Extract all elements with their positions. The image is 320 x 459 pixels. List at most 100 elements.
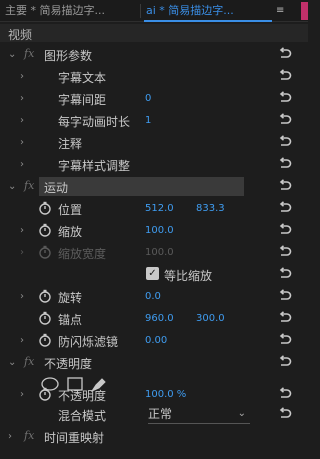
reset-icon[interactable] [277, 310, 293, 326]
tab-title: 简易描边字... [168, 4, 234, 17]
reset-icon[interactable] [277, 68, 293, 84]
param-value[interactable]: 1 [145, 115, 151, 126]
chevron-right-icon[interactable]: › [20, 114, 30, 128]
chevron-right-icon[interactable]: › [20, 136, 30, 150]
stopwatch-icon[interactable] [38, 387, 52, 401]
effect-graphic-params[interactable]: ⌄ fx 图形参数 [0, 44, 308, 66]
tab-effect-controls[interactable]: ai * 简易描边字... [146, 0, 270, 22]
param-anchor-point[interactable]: 锚点 960.0 300.0 [0, 308, 308, 330]
chevron-right-icon[interactable]: › [20, 290, 30, 304]
param-value[interactable]: 0.00 [145, 335, 167, 346]
section-title: 视频 [8, 28, 33, 42]
effect-name: 时间重映射 [44, 431, 105, 445]
panel-tab-bar: 主要 * 简易描边字... ai * 简易描边字... ≡ [0, 0, 308, 22]
stopwatch-icon[interactable] [38, 223, 52, 237]
panel-menu-icon[interactable]: ≡ [276, 0, 284, 22]
reset-icon [277, 244, 293, 260]
param-uniform-scale[interactable]: ✓ 等比缩放 [0, 264, 308, 286]
tab-divider [140, 4, 141, 18]
reset-icon[interactable] [277, 222, 293, 238]
tab-prefix: ai * [146, 4, 165, 17]
anchor-y-value[interactable]: 300.0 [196, 313, 225, 324]
param-opacity[interactable]: › 不透明度 100.0 % [0, 384, 308, 406]
reset-icon[interactable] [277, 178, 293, 194]
chevron-right-icon[interactable]: › [20, 224, 30, 238]
reset-icon[interactable] [277, 266, 293, 282]
param-label: 不透明度 [58, 389, 107, 403]
chevron-down-icon: ⌄ [237, 408, 246, 419]
effect-motion[interactable]: ⌄ fx 运动 [0, 176, 308, 198]
uniform-scale-checkbox[interactable]: ✓ [146, 267, 159, 280]
reset-icon[interactable] [277, 332, 293, 348]
reset-icon[interactable] [277, 156, 293, 172]
reset-icon[interactable] [277, 386, 293, 402]
param-label: 混合模式 [58, 409, 107, 423]
reset-icon[interactable] [277, 46, 293, 62]
param-value[interactable]: 0.0 [145, 291, 161, 302]
reset-icon[interactable] [277, 134, 293, 150]
param-label: 位置 [58, 203, 83, 217]
param-label: 字幕文本 [58, 71, 107, 85]
reset-icon[interactable] [277, 406, 293, 422]
effect-name: 图形参数 [44, 49, 93, 63]
chevron-right-icon: › [20, 247, 24, 258]
blend-mode-dropdown[interactable]: 正常 ⌄ [148, 406, 250, 424]
reset-icon[interactable] [277, 112, 293, 128]
param-scale[interactable]: › 缩放 100.0 [0, 220, 308, 242]
anchor-x-value[interactable]: 960.0 [145, 313, 174, 324]
stopwatch-icon[interactable] [38, 289, 52, 303]
param-label: 防闪烁滤镜 [58, 335, 119, 349]
stopwatch-icon[interactable] [38, 311, 52, 325]
video-section-header: 视频 [0, 24, 308, 42]
param-position[interactable]: 位置 512.0 833.3 [0, 198, 308, 220]
chevron-right-icon[interactable]: › [20, 70, 30, 84]
param-frame-time[interactable]: › 每字动画时长 1 [0, 110, 308, 132]
chevron-right-icon[interactable]: › [20, 388, 30, 402]
chevron-right-icon[interactable]: › [20, 158, 30, 172]
selected-effect-highlight [39, 177, 244, 196]
chevron-right-icon[interactable]: › [20, 92, 30, 106]
effect-opacity[interactable]: ⌄ fx 不透明度 [0, 352, 308, 374]
param-label: 注释 [58, 137, 83, 151]
reset-icon[interactable] [277, 288, 293, 304]
param-scale-width: › 缩放宽度 100.0 [0, 242, 308, 264]
param-value: 100.0 [145, 247, 174, 258]
chevron-down-icon[interactable]: ⌄ [8, 356, 18, 370]
tab-source-main[interactable]: 主要 * 简易描边字... [5, 0, 137, 22]
stopwatch-icon[interactable] [38, 333, 52, 347]
param-subtitle-text[interactable]: › 字幕文本 [0, 66, 308, 88]
param-value[interactable]: 100.0 % [145, 389, 186, 400]
position-y-value[interactable]: 833.3 [196, 203, 225, 214]
param-label: 每字动画时长 [58, 115, 131, 129]
param-anti-flicker[interactable]: › 防闪烁滤镜 0.00 [0, 330, 308, 352]
chevron-right-icon[interactable]: › [8, 430, 18, 444]
param-subtitle-spacing[interactable]: › 字幕间距 0 [0, 88, 308, 110]
param-comment[interactable]: › 注释 [0, 132, 308, 154]
effect-name: 运动 [44, 181, 69, 195]
reset-icon[interactable] [277, 200, 293, 216]
dropdown-value: 正常 [148, 407, 173, 421]
fx-icon[interactable]: fx [24, 429, 34, 442]
chevron-down-icon[interactable]: ⌄ [8, 180, 18, 194]
reset-icon[interactable] [277, 354, 293, 370]
chevron-down-icon[interactable]: ⌄ [8, 48, 18, 62]
position-x-value[interactable]: 512.0 [145, 203, 174, 214]
param-label: 锚点 [58, 313, 83, 327]
param-value[interactable]: 0 [145, 93, 151, 104]
stopwatch-icon[interactable] [38, 201, 52, 215]
chevron-right-icon[interactable]: › [20, 334, 30, 348]
effect-time-remap[interactable]: › fx 时间重映射 [0, 426, 308, 448]
active-tab-indicator [144, 20, 272, 22]
fx-icon[interactable]: fx [24, 179, 34, 192]
fx-icon[interactable]: fx [24, 47, 34, 60]
param-style-adjust[interactable]: › 字幕样式调整 [0, 154, 308, 176]
reset-icon[interactable] [277, 90, 293, 106]
param-label: 旋转 [58, 291, 83, 305]
param-label: 字幕样式调整 [58, 159, 131, 173]
param-label: 缩放宽度 [58, 247, 107, 261]
fx-icon[interactable]: fx [24, 355, 34, 368]
param-label: 等比缩放 [164, 269, 213, 283]
param-rotation[interactable]: › 旋转 0.0 [0, 286, 308, 308]
param-value[interactable]: 100.0 [145, 225, 174, 236]
param-blend-mode[interactable]: 混合模式 正常 ⌄ [0, 404, 308, 426]
